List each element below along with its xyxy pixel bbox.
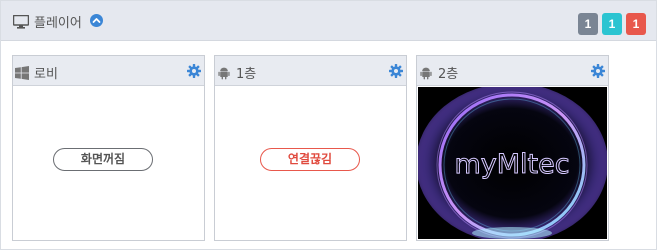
card-header: 로비 bbox=[13, 56, 204, 86]
player-card-floor1[interactable]: 1층 연결끊김 bbox=[214, 55, 407, 241]
windows-icon bbox=[15, 65, 29, 80]
player-panel: 플레이어 1 1 1 로비 화면꺼짐 1층 연결끊김 2층 myMltec bbox=[0, 0, 657, 250]
count-badge-red[interactable]: 1 bbox=[626, 13, 646, 35]
panel-title: 플레이어 bbox=[34, 16, 82, 31]
card-header: 1층 bbox=[215, 56, 406, 86]
screen-preview[interactable]: myMltec bbox=[418, 87, 607, 239]
panel-header: 플레이어 1 1 1 bbox=[1, 1, 656, 41]
card-header: 2층 bbox=[417, 56, 608, 86]
monitor-icon bbox=[12, 14, 30, 29]
preview-logo-text: myMltec bbox=[454, 149, 569, 180]
count-badge-cyan[interactable]: 1 bbox=[602, 13, 622, 35]
chevron-up-circle-icon[interactable] bbox=[90, 14, 103, 27]
android-icon bbox=[217, 65, 231, 80]
player-name: 1층 bbox=[236, 67, 257, 82]
gear-icon[interactable] bbox=[187, 63, 201, 78]
disconnected-status-button[interactable]: 연결끊김 bbox=[260, 148, 360, 171]
player-name: 2층 bbox=[438, 67, 459, 82]
gear-icon[interactable] bbox=[591, 63, 605, 78]
screen-off-status-button[interactable]: 화면꺼짐 bbox=[53, 148, 153, 171]
player-name: 로비 bbox=[34, 67, 58, 82]
android-icon bbox=[419, 65, 433, 80]
player-card-floor2[interactable]: 2층 myMltec bbox=[416, 55, 609, 241]
gear-icon[interactable] bbox=[389, 63, 403, 78]
player-card-lobby[interactable]: 로비 화면꺼짐 bbox=[12, 55, 205, 241]
count-badge-gray[interactable]: 1 bbox=[578, 13, 598, 35]
